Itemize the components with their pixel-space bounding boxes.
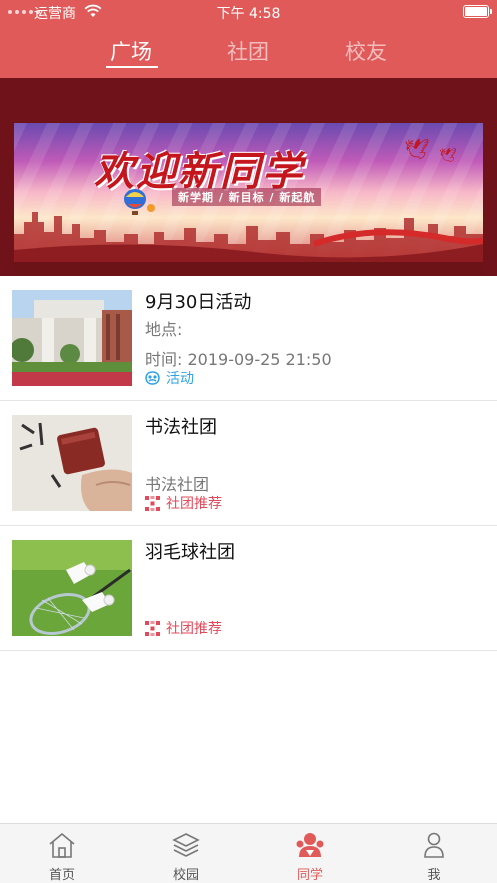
tab-classmates[interactable]: 同学 (248, 824, 372, 883)
club-recommend-icon (145, 495, 160, 511)
tab-me[interactable]: 我 (372, 824, 496, 883)
calligraphy-photo (12, 415, 132, 511)
list-item[interactable]: 9月30日活动 地点: 时间: 2019-09-25 21:50 活动 (0, 276, 497, 401)
activity-icon (145, 371, 160, 385)
item-title: 9月30日活动 (145, 292, 252, 313)
tab-alumni[interactable]: 校友 (345, 36, 387, 66)
battery-icon (463, 5, 492, 18)
badminton-photo (12, 540, 132, 636)
item-tag-label: 社团推荐 (166, 621, 222, 637)
tab-label: 同学 (296, 868, 323, 883)
item-title: 书法社团 (145, 417, 217, 438)
item-time: 时间: 2019-09-25 21:50 (145, 350, 332, 369)
top-tab-bar: 广场 社团 校友 (0, 24, 497, 78)
list-item[interactable]: 书法社团 书法社团 社团推荐 (0, 401, 497, 526)
item-location: 地点: (145, 320, 183, 339)
item-title: 羽毛球社团 (145, 542, 235, 563)
feed-list: 9月30日活动 地点: 时间: 2019-09-25 21:50 活动 书法社团… (0, 276, 497, 651)
tab-clubs[interactable]: 社团 (227, 36, 269, 66)
welcome-banner[interactable]: 🕊 🕊 欢迎新同学 新学期 / 新目标 / 新起航 (14, 123, 483, 276)
item-tag: 活动 (145, 368, 194, 388)
active-tab-indicator (106, 66, 158, 68)
campus-building-photo (12, 290, 132, 386)
tab-campus[interactable]: 校园 (124, 824, 248, 883)
city-skyline (14, 212, 483, 276)
person-icon (424, 832, 444, 858)
item-description: 书法社团 (145, 475, 210, 494)
home-icon (49, 832, 75, 858)
club-recommend-icon (145, 620, 160, 636)
tab-label: 首页 (48, 868, 75, 883)
item-tag: 社团推荐 (145, 618, 222, 638)
layers-icon (172, 833, 200, 857)
item-tag: 社团推荐 (145, 493, 222, 513)
tab-home[interactable]: 首页 (0, 824, 124, 883)
clock: 下午 4:58 (216, 6, 281, 22)
tab-label: 校园 (172, 868, 199, 883)
bird-icon: 🕊 (439, 148, 457, 164)
tab-square[interactable]: 广场 (110, 36, 152, 66)
item-tag-label: 活动 (166, 371, 194, 387)
hero-section: 🕊 🕊 欢迎新同学 新学期 / 新目标 / 新起航 (0, 78, 497, 276)
item-tag-label: 社团推荐 (166, 496, 222, 512)
list-item[interactable]: 羽毛球社团 社团推荐 (0, 526, 497, 651)
status-bar: 运营商 下午 4:58 (0, 0, 497, 24)
tab-label: 我 (427, 868, 441, 883)
bottom-tab-bar: 首页 校园 同学 我 (0, 823, 497, 883)
classmates-icon (296, 833, 324, 857)
bird-icon: 🕊 (404, 137, 430, 161)
